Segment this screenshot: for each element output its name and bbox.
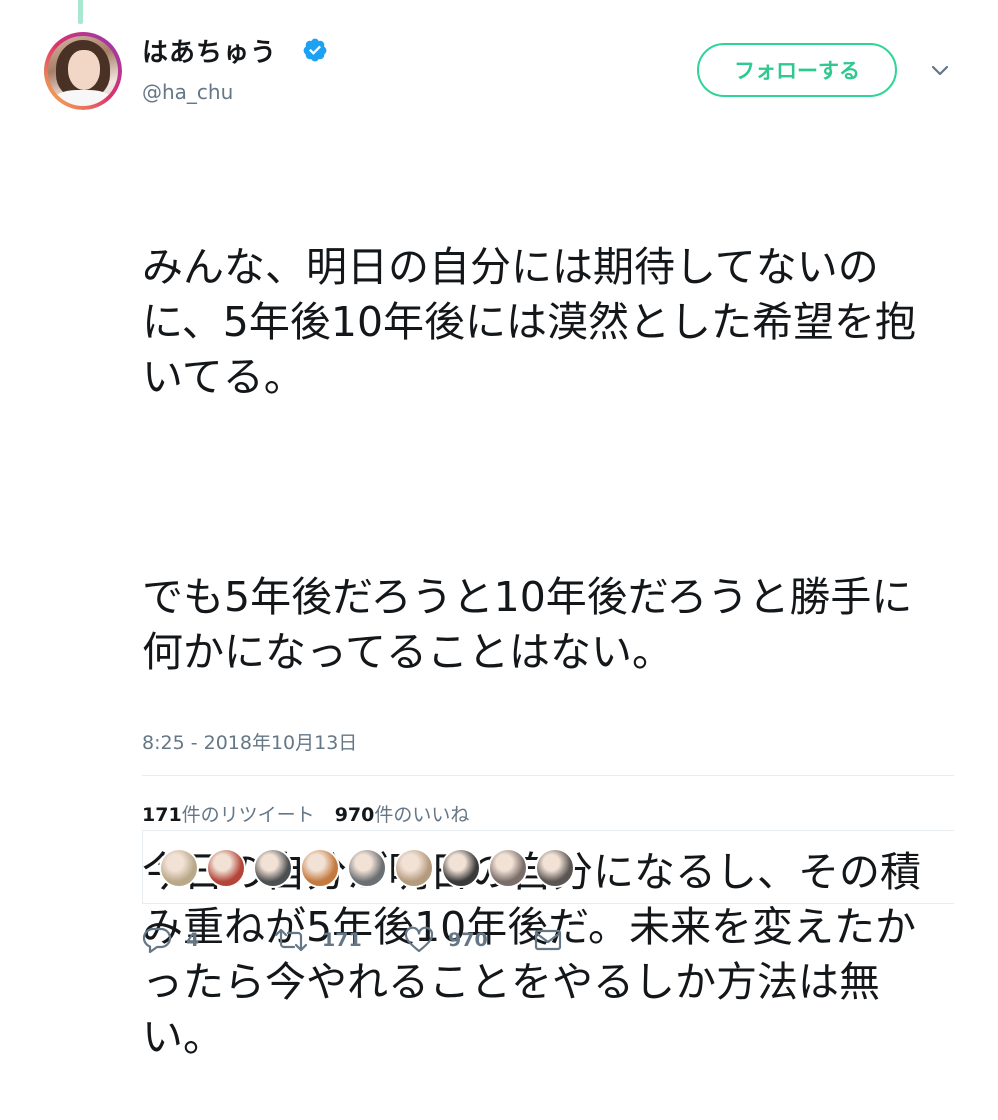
tweet-text: みんな、明日の自分には期待してないのに、5年後10年後には漠然とした希望を抱いて… — [142, 130, 952, 1120]
retweet-icon — [274, 928, 308, 952]
retweet-count: 171 — [322, 929, 362, 951]
tweet-actions: 4 171 970 — [142, 918, 642, 962]
liker-avatar[interactable] — [535, 848, 575, 888]
liker-avatar[interactable] — [159, 848, 199, 888]
reply-action[interactable]: 4 — [142, 918, 199, 962]
reply-icon — [142, 927, 172, 954]
liker-avatar[interactable] — [347, 848, 387, 888]
liker-avatar[interactable] — [394, 848, 434, 888]
retweets-stat[interactable]: 171件のリツイート — [142, 804, 315, 826]
tweet-paragraph: でも5年後だろうと10年後だろうと勝手に何かになってることはない。 — [142, 573, 913, 676]
likes-stat[interactable]: 970件のいいね — [335, 804, 470, 826]
liker-avatar[interactable] — [488, 848, 528, 888]
follow-button[interactable]: フォローする — [697, 43, 897, 97]
avatar-ring — [44, 32, 122, 110]
tweet-stats: 171件のリツイート 970件のいいね — [142, 800, 469, 827]
likes-count: 970 — [334, 804, 375, 826]
like-action[interactable]: 970 — [404, 918, 488, 962]
author-avatar[interactable] — [44, 32, 122, 110]
envelope-icon — [534, 929, 562, 951]
thread-connector-line — [78, 0, 83, 24]
author-handle[interactable]: @ha_chu — [142, 80, 233, 104]
tweet-timestamp[interactable]: 8:25 - 2018年10月13日 — [142, 728, 357, 755]
verified-badge-icon — [303, 38, 327, 62]
likers-avatar-list — [142, 830, 954, 904]
reply-count: 4 — [186, 929, 200, 951]
heart-icon — [404, 926, 434, 953]
liker-avatar[interactable] — [300, 848, 340, 888]
retweets-label: 件のリツイート — [181, 804, 315, 826]
liker-avatar[interactable] — [253, 848, 293, 888]
direct-message-action[interactable] — [534, 918, 576, 962]
likes-label: 件のいいね — [374, 804, 470, 826]
like-count: 970 — [448, 929, 488, 951]
liker-avatar[interactable] — [206, 848, 246, 888]
chevron-down-icon[interactable] — [930, 63, 950, 79]
divider — [142, 775, 954, 776]
retweet-action[interactable]: 171 — [274, 918, 362, 962]
liker-avatar[interactable] — [441, 848, 481, 888]
author-display-name[interactable]: はあちゅう — [142, 32, 277, 69]
retweets-count: 171 — [142, 804, 182, 826]
tweet-paragraph: みんな、明日の自分には期待してないのに、5年後10年後には漠然とした希望を抱いて… — [142, 243, 917, 401]
